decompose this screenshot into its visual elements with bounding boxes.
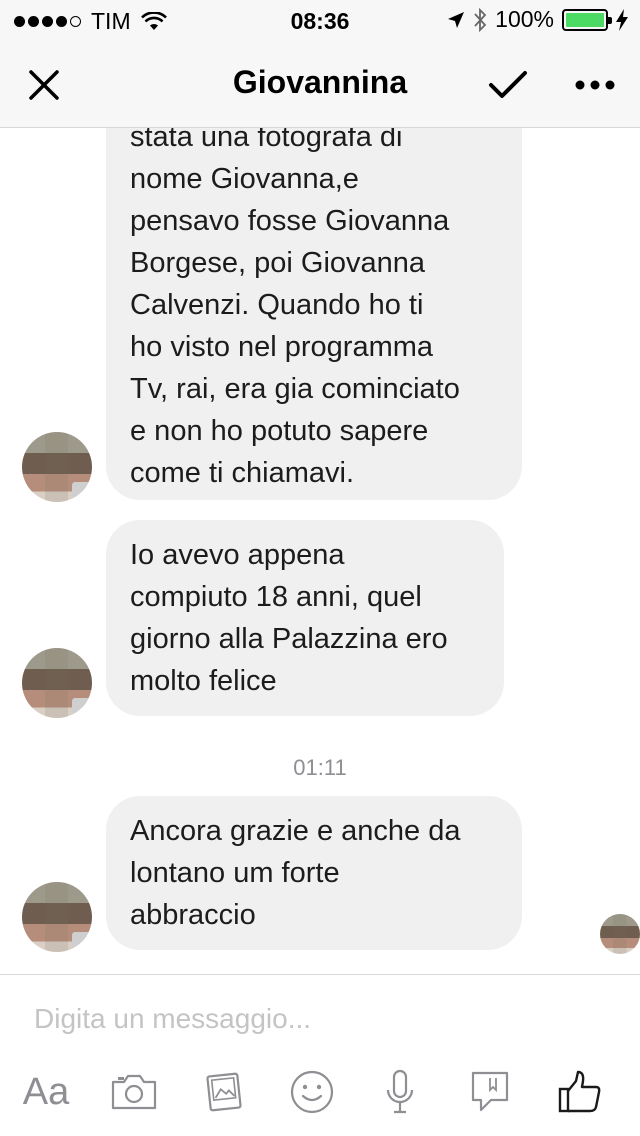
more-button[interactable] [570,60,620,110]
battery-icon [562,8,612,31]
battery-fill [566,12,604,27]
message-line: molto felice [130,665,277,697]
message-line: abbraccio [130,899,256,931]
charging-icon [616,8,628,31]
bluetooth-icon [474,7,487,32]
microphone-icon [386,1069,414,1114]
sticker-icon [471,1071,509,1112]
camera-button[interactable] [104,1062,164,1122]
message-line: nome Giovanna,e [130,163,359,195]
status-right: 100% [447,6,628,33]
message-line: Ancora grazie e anche da [130,815,461,847]
composer-toolbar: Aa [0,1062,640,1122]
location-icon [448,11,465,28]
like-button[interactable] [550,1062,610,1122]
like-icon [558,1070,601,1113]
avatar[interactable] [22,882,92,952]
message-line: ho visto nel programma [130,331,434,363]
message-line: Calvenzi. Quando ho ti [130,289,424,321]
conversation-header: Giovannina [0,40,640,128]
message-line: compiuto 18 anni, quel [130,581,422,613]
composer-divider [0,974,640,975]
status-bar: TIM 08:36 100% [0,0,640,40]
emoji-button[interactable] [282,1062,342,1122]
message-line: Borgese, poi Giovanna [130,247,426,279]
emoji-icon [290,1070,334,1114]
page-title: Giovannina [232,64,408,100]
camera-icon [111,1074,157,1110]
gallery-button[interactable] [193,1062,253,1122]
message-bubble[interactable]: Ancora grazie e anche da lontano um fort… [106,796,522,950]
message-bubble[interactable]: Io avevo appena compiuto 18 anni, quel g… [106,520,504,716]
confirm-button[interactable] [483,60,533,110]
message-line: e non ho potuto sapere [130,415,429,447]
microphone-button[interactable] [370,1062,430,1122]
message-line: pensavo fosse Giovanna [130,205,450,237]
message-line: Tv, rai, era gia cominciato [130,373,460,405]
message-line: lontano um forte [130,857,340,889]
text-style-button[interactable]: Aa [16,1062,76,1122]
text-style-label: Aa [22,1070,70,1113]
read-receipt-avatar [600,914,640,954]
avatar[interactable] [22,648,92,718]
avatar[interactable] [22,432,92,502]
message-bubble[interactable]: stata una fotografa di nome Giovanna,e p… [106,110,522,500]
message-line: Io avevo appena [130,539,345,571]
battery-percent: 100% [495,6,554,32]
more-icon [575,80,615,90]
message-line: giorno alla Palazzina ero [130,623,448,655]
message-timestamp: 01:11 [293,755,347,780]
message-line: come ti chiamavi. [130,457,355,489]
check-icon [489,71,527,98]
message-input[interactable] [34,1003,594,1035]
sticker-button[interactable] [460,1062,520,1122]
gallery-icon [206,1072,242,1112]
